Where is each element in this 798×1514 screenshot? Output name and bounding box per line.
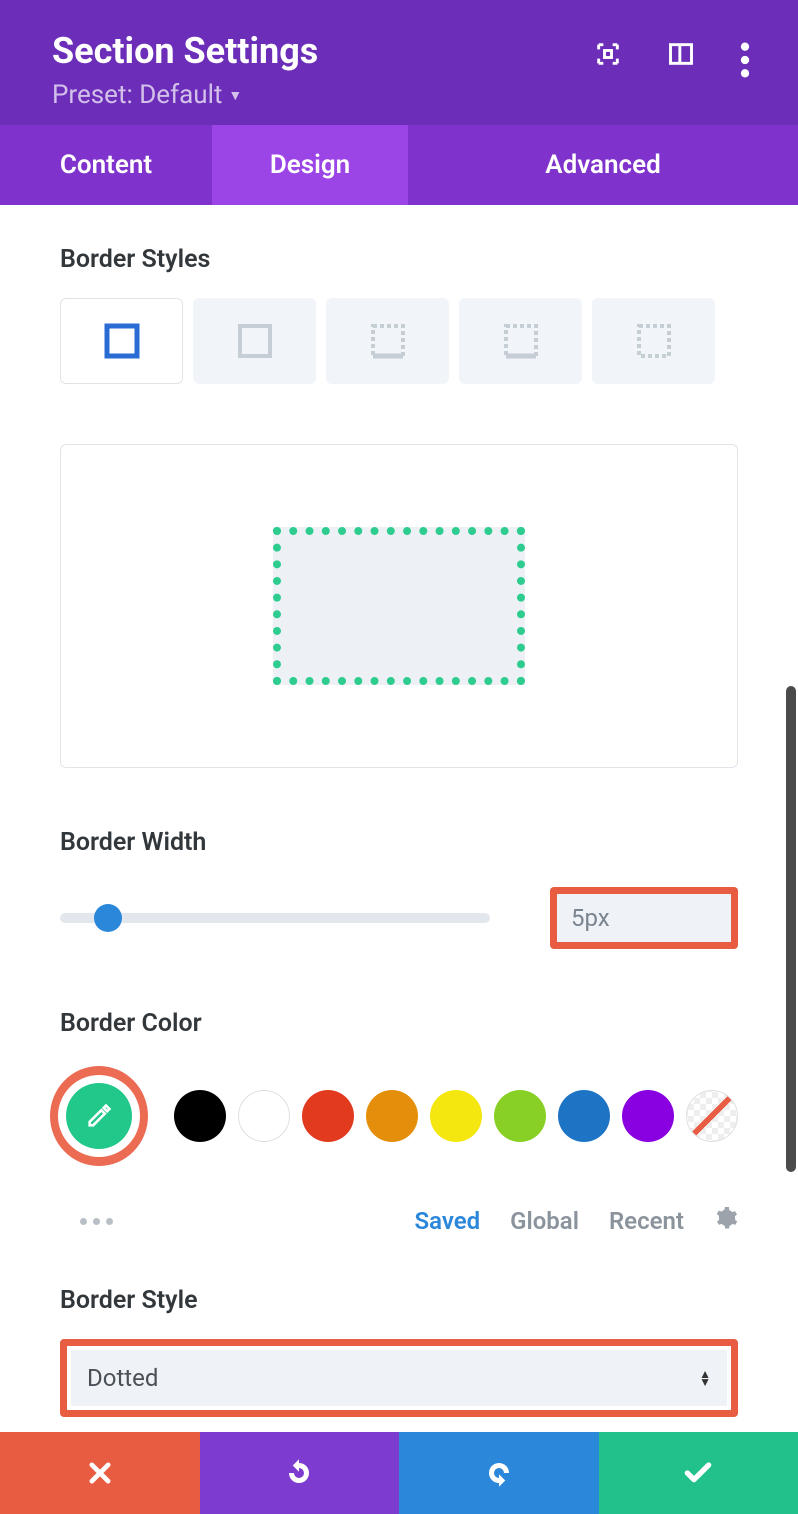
border-style-value: Dotted <box>87 1364 158 1392</box>
slider-thumb[interactable] <box>94 904 122 932</box>
border-preview-inner <box>273 527 525 685</box>
swatch-green[interactable] <box>494 1090 546 1142</box>
swatch-orange[interactable] <box>366 1090 418 1142</box>
scrollbar[interactable] <box>786 686 796 1172</box>
color-swatches <box>60 1066 738 1166</box>
undo-icon <box>284 1458 314 1488</box>
square-dashed-all-icon <box>636 323 672 359</box>
filter-recent[interactable]: Recent <box>609 1207 684 1235</box>
swatch-red[interactable] <box>302 1090 354 1142</box>
tab-design[interactable]: Design <box>212 125 408 205</box>
border-width-label: Border Width <box>60 828 738 857</box>
swatch-purple[interactable] <box>622 1090 674 1142</box>
border-style-dashed-sides[interactable] <box>459 298 582 384</box>
border-width-input[interactable]: 5px <box>550 887 738 949</box>
palette-filters: Saved Global Recent <box>60 1206 738 1236</box>
swatch-yellow[interactable] <box>430 1090 482 1142</box>
more-menu-icon[interactable] <box>740 40 750 68</box>
confirm-button[interactable] <box>599 1432 798 1514</box>
swatch-transparent[interactable] <box>686 1090 738 1142</box>
redo-button[interactable] <box>399 1432 599 1514</box>
square-dashed-sides-icon <box>503 323 539 359</box>
square-solid-icon <box>104 323 140 359</box>
eyedropper-icon <box>85 1102 113 1130</box>
border-style-select[interactable]: Dotted ▲▼ <box>60 1339 738 1417</box>
close-icon <box>86 1459 114 1487</box>
square-open-icon <box>237 323 273 359</box>
swatch-black[interactable] <box>174 1090 226 1142</box>
footer <box>0 1432 798 1514</box>
check-icon <box>682 1457 714 1489</box>
header: Section Settings Preset: Default ▼ <box>0 0 798 125</box>
tab-content[interactable]: Content <box>0 125 212 205</box>
preset-dropdown[interactable]: Preset: Default ▼ <box>52 80 318 110</box>
tab-advanced[interactable]: Advanced <box>408 125 798 205</box>
columns-icon[interactable] <box>667 40 695 68</box>
filter-global[interactable]: Global <box>510 1207 579 1235</box>
panel-body: Border Styles <box>0 205 798 1457</box>
border-preview <box>60 444 738 768</box>
border-width-slider[interactable] <box>60 903 490 933</box>
border-style-none[interactable] <box>193 298 316 384</box>
fullscreen-icon[interactable] <box>594 40 622 68</box>
select-arrows-icon: ▲▼ <box>699 1370 711 1386</box>
preset-label: Preset: Default <box>52 80 222 110</box>
border-color-label: Border Color <box>60 1009 738 1038</box>
swatch-blue[interactable] <box>558 1090 610 1142</box>
chevron-down-icon: ▼ <box>228 87 242 104</box>
border-style-label: Border Style <box>60 1286 738 1315</box>
tabs: Content Design Advanced <box>0 125 798 205</box>
swatch-white[interactable] <box>238 1090 290 1142</box>
border-style-dashed-all[interactable] <box>592 298 715 384</box>
gear-icon[interactable] <box>714 1206 738 1236</box>
color-picker-active[interactable] <box>50 1066 148 1166</box>
border-style-dashed-top[interactable] <box>326 298 449 384</box>
panel-title: Section Settings <box>52 30 318 72</box>
border-style-options <box>60 298 738 384</box>
border-style-solid[interactable] <box>60 298 183 384</box>
border-styles-label: Border Styles <box>60 245 738 274</box>
close-button[interactable] <box>0 1432 200 1514</box>
more-colors-icon[interactable] <box>80 1218 113 1225</box>
filter-saved[interactable]: Saved <box>414 1207 480 1235</box>
square-dashed-top-icon <box>370 323 406 359</box>
redo-icon <box>484 1458 514 1488</box>
undo-button[interactable] <box>200 1432 400 1514</box>
